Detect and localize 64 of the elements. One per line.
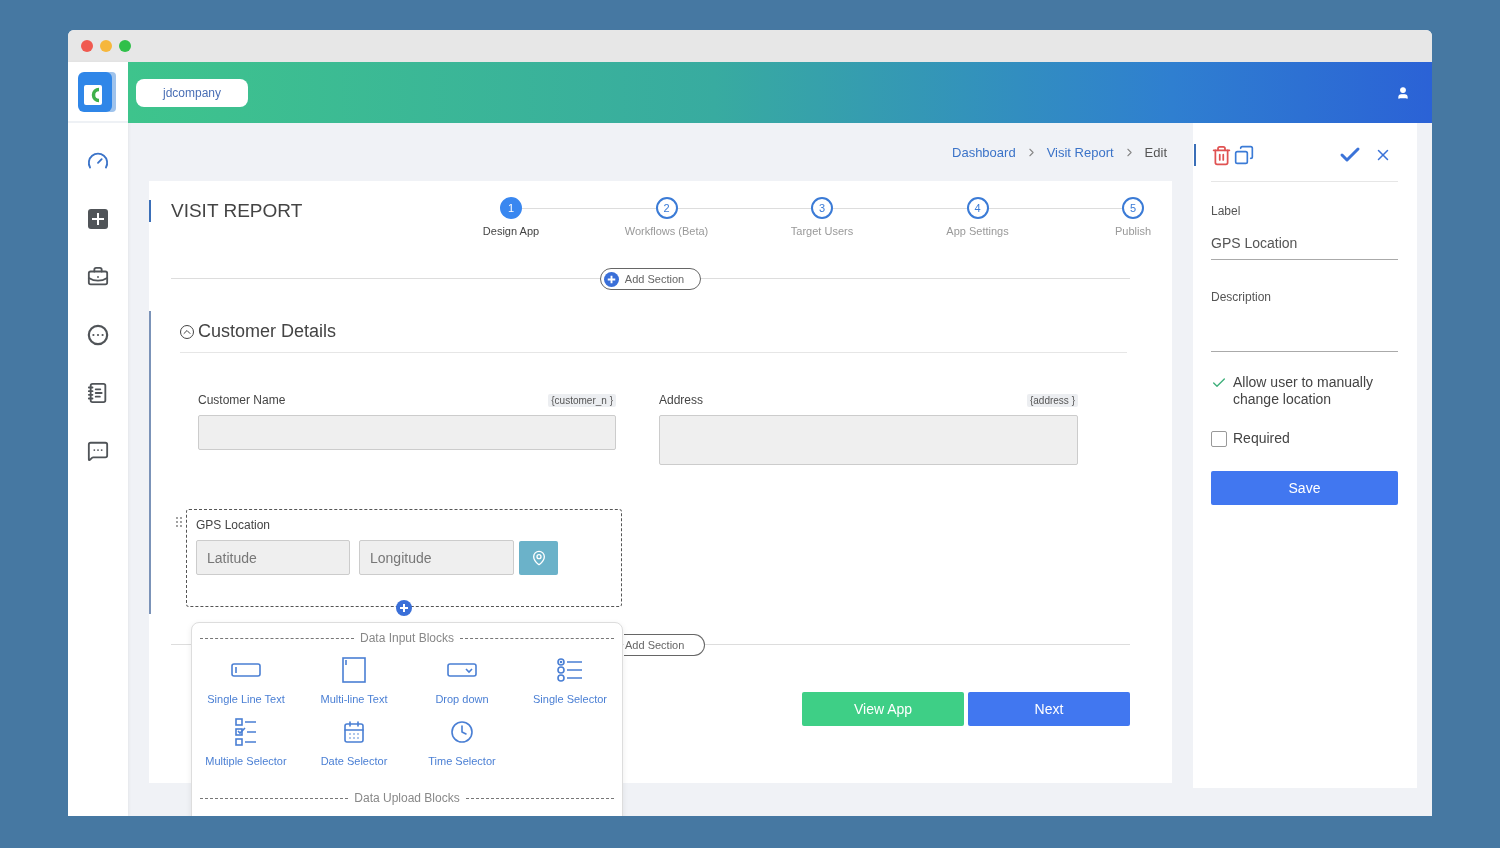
breadcrumb-link[interactable]: Dashboard <box>952 144 1016 160</box>
page-title: VISIT REPORT <box>171 200 303 222</box>
longitude-field[interactable]: Longitude <box>359 540 514 575</box>
save-button[interactable]: Save <box>1211 471 1398 505</box>
block-option[interactable]: Multiple Selector <box>196 717 296 769</box>
logo-icon <box>78 70 118 113</box>
user-icon[interactable] <box>1396 85 1410 100</box>
step-label: Workflows (Beta) <box>624 225 709 237</box>
input-field[interactable] <box>198 415 616 450</box>
drag-handle-icon[interactable] <box>176 517 182 527</box>
option-label: Required <box>1233 430 1290 447</box>
breadcrumb-link[interactable]: Visit Report <box>1046 144 1114 160</box>
current-page-label: Edit <box>1144 144 1167 160</box>
ellipsis-circle-icon[interactable] <box>86 323 110 347</box>
map-pin-icon <box>530 549 547 566</box>
option-label: Allow user to manually change location <box>1233 374 1375 408</box>
add-section-button[interactable]: Add Section <box>599 268 702 290</box>
radio-list-icon <box>557 658 583 682</box>
checkbox[interactable] <box>1211 431 1227 447</box>
block-option[interactable]: Multi-line Text <box>304 655 404 707</box>
field-label: Address <box>659 393 704 407</box>
plus-square-icon[interactable] <box>86 207 110 231</box>
workspace-button[interactable]: jdcompany <box>136 78 248 107</box>
step-number[interactable]: 3 <box>811 197 833 219</box>
checklist-icon <box>235 718 257 746</box>
step-label: App Settings <box>946 225 1009 237</box>
step-number[interactable]: 1 <box>500 197 522 219</box>
clock-icon <box>450 720 474 744</box>
group-title: Data Input Blocks <box>359 631 455 645</box>
block-option[interactable]: Single Line Text <box>196 655 296 707</box>
field-tag: {customer_n } <box>548 393 616 407</box>
group-title: Data Upload Blocks <box>354 791 460 805</box>
block-option[interactable]: Single Selector <box>520 655 620 707</box>
field-label: Customer Name <box>198 393 286 407</box>
add-block-icon[interactable] <box>396 600 412 616</box>
block-option[interactable]: Drop down <box>412 655 512 707</box>
gps-field-block[interactable]: GPS Location Latitude Longitude <box>186 509 622 607</box>
latitude-field[interactable]: Latitude <box>196 540 350 575</box>
block-option[interactable]: Time Selector <box>412 717 512 769</box>
locate-button[interactable] <box>519 540 558 575</box>
description-caption: Description <box>1211 290 1273 304</box>
add-section-button[interactable]: Add Section <box>624 634 705 656</box>
step-label: Target Users <box>790 225 854 237</box>
text-area-icon <box>342 657 366 683</box>
delete-icon[interactable] <box>1211 143 1232 167</box>
close-window-button[interactable] <box>81 40 93 52</box>
block-option[interactable]: Date Selector <box>304 717 404 769</box>
input-field[interactable] <box>659 415 1078 465</box>
step-number[interactable]: 4 <box>966 197 989 219</box>
step-label: Publish <box>1114 225 1152 237</box>
field-tag: {address } <box>1026 393 1078 407</box>
calendar-icon <box>342 720 366 744</box>
field-label: GPS Location <box>196 518 272 532</box>
label-caption: Label <box>1211 204 1242 218</box>
dropdown-icon <box>447 663 477 677</box>
step-number[interactable]: 2 <box>655 197 678 219</box>
next-button[interactable]: Next <box>968 692 1130 726</box>
step-label: Design App <box>482 225 540 237</box>
text-field-icon <box>231 663 261 677</box>
section-title: Customer Details <box>198 321 337 342</box>
chat-icon[interactable] <box>86 439 110 463</box>
step-number[interactable]: 5 <box>1122 197 1144 219</box>
add-icon <box>603 271 619 287</box>
duplicate-icon[interactable] <box>1234 143 1254 167</box>
